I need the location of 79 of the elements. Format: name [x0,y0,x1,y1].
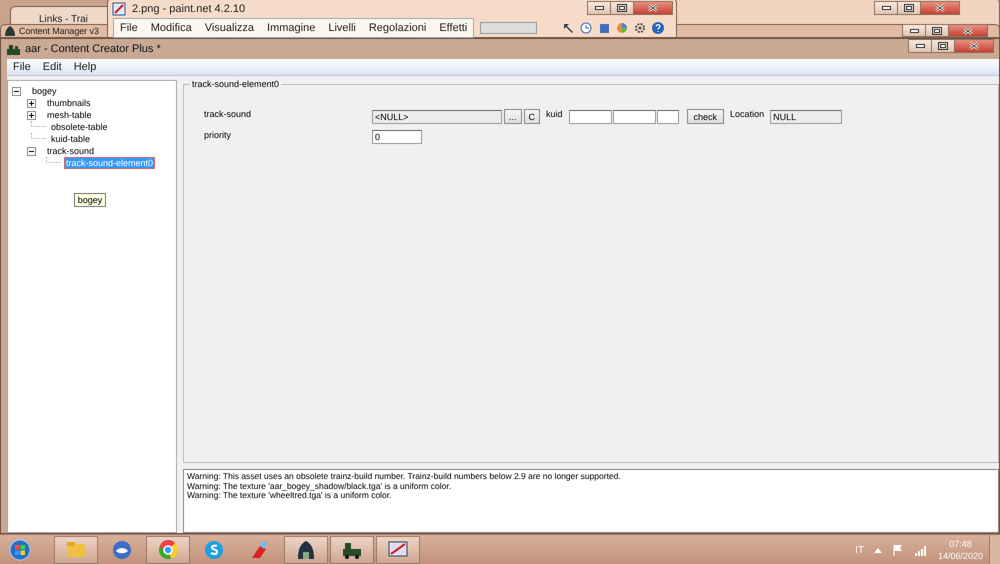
maximize-button[interactable] [931,39,955,53]
menu-item[interactable]: Effetti [439,22,468,34]
tree-item[interactable]: thumbnails [46,98,92,108]
windows-logo-icon [9,539,31,561]
minimize-button[interactable] [902,24,926,37]
minimize-icon [594,6,604,10]
close-button[interactable] [954,39,994,53]
window-title: Links - Trai [39,14,88,25]
image-thumbnail[interactable] [480,22,538,34]
field-label: Location [730,109,764,119]
field-label: track-sound [204,109,252,119]
color-wheel-icon[interactable] [616,22,628,34]
value-field[interactable]: 0 [372,130,422,144]
locomotive-icon[interactable] [7,43,20,55]
settings-icon[interactable] [634,22,646,34]
window-title: Content Manager v3 [19,26,99,36]
collapse-icon[interactable] [12,86,21,96]
field-label: kuid [546,109,563,119]
maximize-button[interactable] [897,1,921,15]
kuid-field[interactable] [656,110,679,124]
tree-item[interactable]: track-sound [46,146,96,156]
log-message: Warning: This asset uses an obsolete trainz-build number. Trainz-build numbers below 2.9 are no longer supported. [187,472,622,482]
kuid-field[interactable] [568,110,612,124]
maximize-icon [617,4,627,12]
tree-item[interactable]: bogey [31,86,58,96]
asset-field[interactable]: <NULL> [372,110,502,124]
layers-icon[interactable] [598,22,610,34]
chat-icon [202,538,226,562]
menu-item[interactable]: Regolazioni [368,22,426,34]
log-message: Warning: The texture 'aar_bogey_shadow/black.tga' is a uniform color. [187,482,452,491]
menu-item[interactable]: Immagine [267,22,316,34]
location-field[interactable]: NULL [770,110,842,124]
browser-icon [156,538,180,562]
taskbar-app[interactable] [330,536,374,564]
maximize-button[interactable] [610,1,634,15]
tooltip: bogey [74,193,106,207]
window-title: aar - Content Creator Plus * [25,43,161,55]
browse-button[interactable]: ... [504,109,522,124]
menu-item[interactable]: Livelli [328,22,356,34]
window-title: 2.png - paint.net 4.2.10 [132,3,246,15]
close-icon [963,26,973,34]
menu-item[interactable]: Visualizza [204,22,254,34]
close-button[interactable] [633,1,673,15]
dome-icon[interactable] [4,25,16,37]
expand-icon[interactable] [27,98,36,108]
help-icon[interactable] [652,22,664,34]
maximize-icon [904,4,914,12]
field-label: priority [204,130,232,140]
maximize-button[interactable] [925,24,949,37]
menu-item[interactable]: Help [74,61,96,73]
paint-app-icon[interactable] [112,2,126,16]
minimize-icon [882,6,890,10]
tree-item[interactable]: obsolete-table [50,122,109,132]
menu-item[interactable]: File [13,61,31,73]
close-button[interactable] [948,24,988,37]
minimize-icon [916,44,924,48]
minimize-icon [910,28,918,32]
expand-icon[interactable] [27,110,36,120]
tree-item[interactable]: mesh-table [46,110,93,120]
check-button[interactable]: check [686,109,724,124]
menu-item[interactable]: Edit [42,61,62,73]
taskbar-app[interactable] [376,536,420,564]
close-icon [969,42,979,50]
close-icon [648,4,658,12]
tree-item[interactable]: kuid-table [50,134,92,144]
menu-item[interactable]: File [120,22,138,34]
clock-icon[interactable] [580,22,592,34]
close-icon [935,4,945,12]
minimize-button[interactable] [874,1,898,15]
group-title: track-sound-element0 [190,79,282,89]
collapse-icon[interactable] [27,146,36,156]
close-button[interactable] [920,1,960,15]
log-message: Warning: The texture 'wheeltred.tga' is a uniform color. [187,491,393,500]
kuid-field[interactable] [612,110,656,124]
minimize-button[interactable] [908,39,932,53]
minimize-button[interactable] [587,1,611,15]
clear-button[interactable]: C [524,109,540,124]
taskbar-app[interactable] [284,536,328,564]
menu-item[interactable]: Modifica [150,22,192,34]
